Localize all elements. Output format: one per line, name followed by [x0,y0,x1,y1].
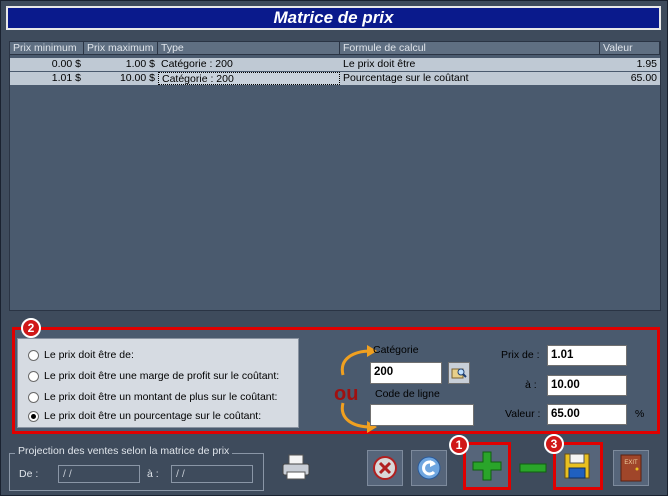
categorie-field[interactable]: 200 [370,362,442,384]
exit-sign-label: EXIT [624,460,638,466]
radio-label: Le prix doit être une marge de profit su… [44,370,280,382]
prix-de-label: Prix de : [501,349,540,361]
table-header: Prix minimum Prix maximum Type Formule d… [10,42,660,55]
cell-formule: Le prix doit être [340,58,600,71]
or-label: ou [334,383,359,405]
radio-pourcentage[interactable]: Le prix doit être un pourcentage sur le … [28,408,298,424]
projection-de-field[interactable]: / / [58,465,140,483]
valeur-label: Valeur : [505,408,541,420]
column-header-prix-minimum[interactable]: Prix minimum [10,42,84,55]
add-icon [472,451,502,481]
radio-button-selected-icon [28,411,39,422]
title-bar: Matrice de prix [6,6,661,30]
print-button[interactable] [278,449,314,485]
cell-formule: Pourcentage sur le coûtant [340,72,600,85]
add-button[interactable] [463,442,511,490]
undo-icon [417,456,441,480]
column-header-prix-maximum[interactable]: Prix maximum [84,42,158,55]
cancel-icon [373,456,397,480]
remove-button[interactable] [515,450,551,486]
radio-button-icon [28,371,39,382]
valeur-field[interactable]: 65.00 [547,404,627,425]
categorie-label: Catégorie [373,344,419,356]
projection-title: Projection des ventes selon la matrice d… [15,445,233,457]
cancel-button[interactable] [367,450,403,486]
undo-button[interactable] [411,450,447,486]
cell-prix-maximum: 10.00 $ [84,72,158,85]
radio-label: Le prix doit être de: [44,349,134,361]
cell-type-selected: Catégorie : 200 [158,72,340,85]
projection-de-label: De : [19,468,39,480]
code-ligne-label: Code de ligne [375,388,440,400]
prix-de-field[interactable]: 1.01 [547,345,627,366]
table-row[interactable]: 1.01 $ 10.00 $ Catégorie : 200 Pourcenta… [10,72,660,85]
prix-a-field[interactable]: 10.00 [547,375,627,396]
radio-label: Le prix doit être un montant de plus sur… [44,391,278,403]
search-icon [451,368,467,379]
radio-marge-profit[interactable]: Le prix doit être une marge de profit su… [28,368,298,384]
annotation-badge-2: 2 [21,318,41,338]
formula-option-group: Le prix doit être de: Le prix doit être … [17,338,299,428]
annotation-badge-1: 1 [449,435,469,455]
table-row[interactable]: 0.00 $ 1.00 $ Catégorie : 200 Le prix do… [10,58,660,71]
prix-a-label: à : [525,379,537,391]
annotation-badge-3: 3 [544,434,564,454]
exit-button[interactable]: EXIT [613,450,649,486]
code-ligne-field[interactable] [370,404,474,426]
exit-icon: EXIT [620,454,642,482]
cell-valeur: 1.95 [600,58,660,71]
price-matrix-table[interactable]: Prix minimum Prix maximum Type Formule d… [9,41,661,311]
cell-type: Catégorie : 200 [158,58,340,71]
printer-icon [282,454,310,480]
column-header-formule[interactable]: Formule de calcul [340,42,600,55]
percent-sign: % [635,408,645,420]
radio-label: Le prix doit être un pourcentage sur le … [44,410,262,422]
cell-prix-maximum: 1.00 $ [84,58,158,71]
projection-a-label: à : [147,468,159,480]
cell-valeur: 65.00 [600,72,660,85]
column-header-valeur[interactable]: Valeur [600,42,660,55]
radio-montant-de-plus[interactable]: Le prix doit être un montant de plus sur… [28,389,298,405]
categorie-lookup-button[interactable] [448,362,470,384]
remove-icon [519,463,547,473]
cell-prix-minimum: 0.00 $ [10,58,84,71]
radio-button-icon [28,392,39,403]
cell-prix-minimum: 1.01 $ [10,72,84,85]
radio-button-icon [28,350,39,361]
app-window: Matrice de prix Prix minimum Prix maximu… [0,0,668,496]
window-title: Matrice de prix [273,8,394,27]
save-icon [564,453,590,479]
radio-prix-doit-etre[interactable]: Le prix doit être de: [28,347,298,363]
column-header-type[interactable]: Type [158,42,340,55]
projection-a-field[interactable]: / / [171,465,253,483]
